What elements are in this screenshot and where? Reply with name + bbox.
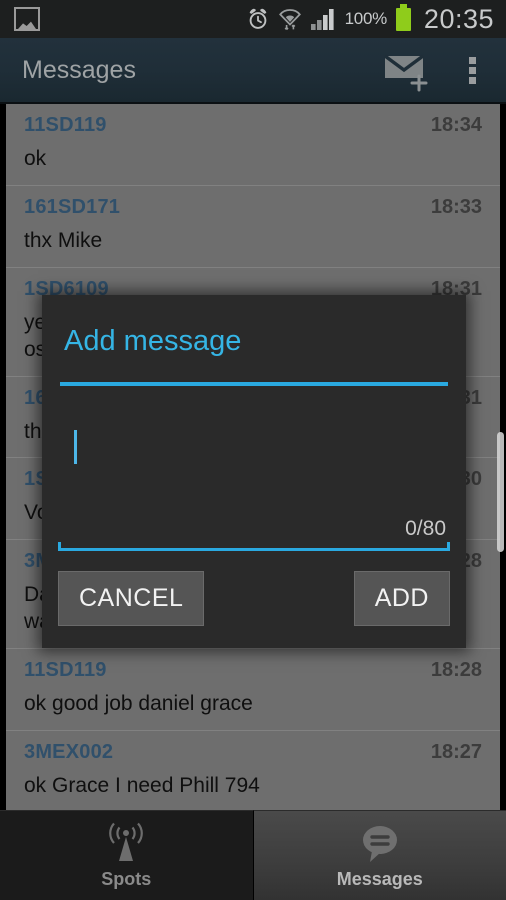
tab-messages[interactable]: Messages [253,810,506,900]
list-item-body: ok [24,147,47,170]
list-item-time: 18:28 [430,659,482,681]
battery-percent-label: 100% [344,9,388,28]
dialog-title: Add message [64,325,242,357]
text-cursor [74,430,77,464]
status-clock: 20:35 [423,3,494,34]
list-item[interactable]: 3MEX002 18:27 ok Grace I need Phill 794 [6,730,500,810]
action-bar-actions [368,38,506,102]
tab-messages-label: Messages [336,869,423,889]
new-message-button[interactable] [368,38,446,102]
list-item-body: ok good job daniel grace [24,692,253,715]
status-bar: 100% 20:35 [0,0,506,38]
input-underline [58,542,450,551]
list-item-time: 18:34 [430,114,482,136]
wifi-icon [278,9,301,30]
list-scrollbar[interactable] [497,432,504,552]
phone-screen: 100% 20:35 Messages 11SD119 18:34 ok 161SD1… [0,0,506,900]
list-item-body: ok Grace I need Phill 794 [24,773,260,797]
list-item-sender: 11SD119 [24,659,107,681]
new-message-envelope-icon [383,54,428,92]
alarm-clock-icon [249,8,267,29]
tab-spots[interactable]: Spots [0,810,254,900]
message-input-wrap[interactable]: 0/80 [58,404,450,551]
dialog-title-divider [60,382,448,386]
list-item[interactable]: 161SD171 18:33 thx Mike [6,185,500,268]
cancel-button[interactable]: CANCEL [58,571,205,626]
overflow-menu-icon [468,54,476,87]
list-item-time: 18:27 [430,740,482,763]
list-item[interactable]: 11SD119 18:28 ok good job daniel grace [6,649,500,731]
list-item-header: 11SD119 18:28 [24,659,482,682]
battery-full-icon [395,3,411,31]
list-item-header: 11SD119 18:34 [24,114,482,137]
broadcast-antenna-icon [109,822,144,861]
overflow-menu-button[interactable] [446,38,498,102]
status-bar-right: 100% 20:35 [246,3,506,35]
speech-bubble-icon [362,826,397,862]
bottom-tab-bar: Spots Messages [0,810,506,900]
add-message-dialog: Add message 0/80 CANCEL ADD [42,295,466,648]
gallery-icon [14,7,40,31]
list-item-sender: 11SD119 [24,114,107,136]
list-item[interactable]: 11SD119 18:34 ok [6,104,500,186]
character-counter: 0/80 [405,517,446,540]
list-item-time: 18:33 [430,195,482,218]
list-item-sender: 3MEX002 [24,740,114,763]
list-item-sender: 161SD171 [24,195,121,218]
page-title: Messages [22,55,136,84]
dialog-buttons: CANCEL ADD [42,551,466,648]
list-item-body: thx Mike [24,228,103,252]
signal-bars-icon [310,9,334,30]
list-item-header: 161SD171 18:33 [24,196,482,219]
tab-spots-label: Spots [101,869,152,889]
status-bar-left [0,7,40,31]
add-button[interactable]: ADD [353,571,450,626]
action-bar: Messages [0,38,506,104]
list-item-header: 3MEX002 18:27 [24,741,482,764]
